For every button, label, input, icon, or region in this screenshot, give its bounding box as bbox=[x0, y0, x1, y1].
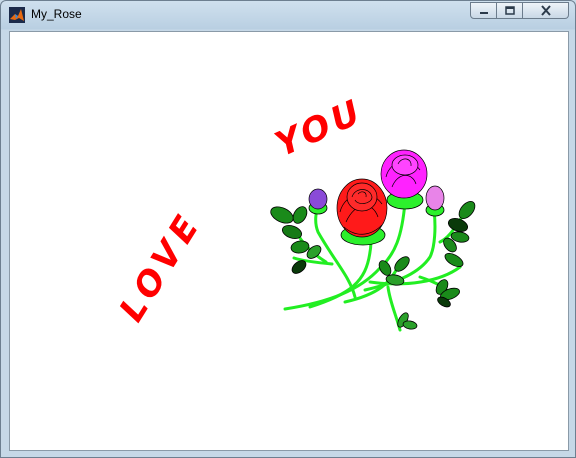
figure-window: My_Rose LOVE YOU bbox=[0, 0, 576, 458]
window-title: My_Rose bbox=[31, 7, 82, 21]
maximize-button[interactable] bbox=[497, 2, 523, 19]
purple-bud bbox=[308, 188, 328, 210]
pink-bud bbox=[425, 185, 445, 211]
minimize-icon bbox=[479, 11, 488, 14]
red-rose bbox=[336, 178, 388, 238]
you-text: YOU bbox=[269, 91, 369, 165]
love-text: LOVE bbox=[112, 204, 210, 328]
minimize-button[interactable] bbox=[470, 2, 497, 19]
maximize-icon bbox=[504, 5, 515, 15]
rose-drawing: LOVE YOU bbox=[112, 91, 476, 332]
matlab-icon bbox=[9, 7, 25, 23]
close-icon bbox=[540, 5, 551, 16]
window-controls bbox=[470, 2, 569, 21]
close-button[interactable] bbox=[523, 2, 569, 19]
figure-canvas-area: LOVE YOU bbox=[9, 31, 569, 451]
title-bar[interactable]: My_Rose bbox=[1, 1, 575, 29]
magenta-rose bbox=[380, 149, 428, 199]
